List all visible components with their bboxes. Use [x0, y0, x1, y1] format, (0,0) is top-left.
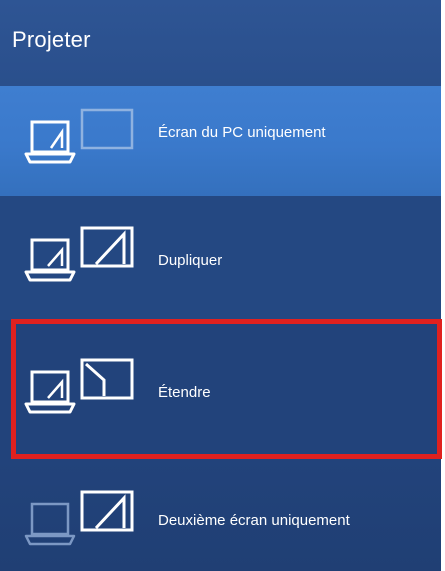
panel-title: Projeter	[12, 27, 91, 52]
option-pc-screen-only[interactable]: Écran du PC uniquement	[0, 86, 441, 196]
option-label-duplicate: Dupliquer	[158, 252, 223, 269]
option-label-pc-screen-only: Écran du PC uniquement	[158, 124, 326, 141]
pc-screen-only-icon	[24, 108, 134, 164]
option-second-screen-only[interactable]: Deuxième écran uniquement	[0, 460, 441, 571]
project-panel: Projeter Écran du PC uniquement Duplique…	[0, 0, 441, 571]
option-label-extend: Étendre	[158, 384, 211, 401]
extend-icon	[24, 358, 134, 414]
second-screen-only-icon	[24, 490, 134, 546]
option-duplicate[interactable]: Dupliquer	[0, 196, 441, 320]
option-label-second-screen-only: Deuxième écran uniquement	[158, 512, 350, 529]
duplicate-icon	[24, 226, 134, 282]
panel-header: Projeter	[0, 0, 441, 86]
option-extend[interactable]: Étendre	[0, 320, 441, 460]
